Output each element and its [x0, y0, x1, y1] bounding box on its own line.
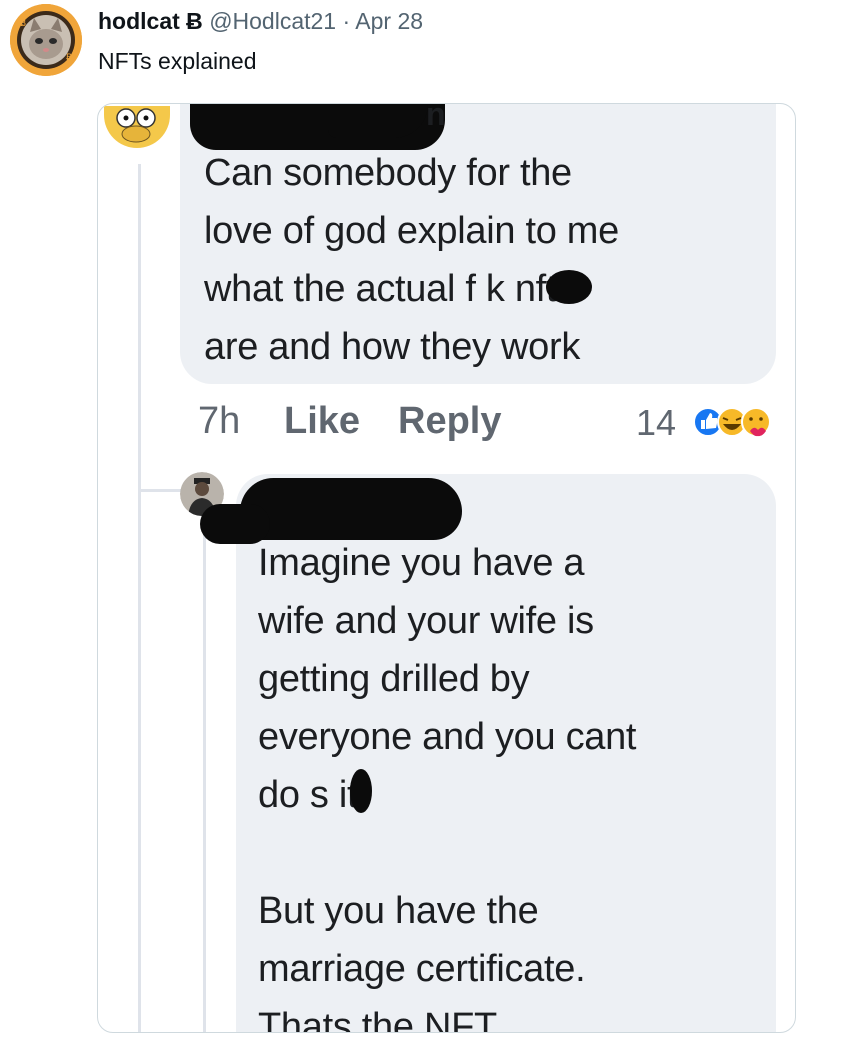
- tweet-text: NFTs explained: [98, 48, 257, 74]
- tweet-date[interactable]: Apr 28: [355, 8, 423, 34]
- tweet-image[interactable]: n Can somebody for the love of god expla…: [97, 103, 796, 1033]
- reply-link[interactable]: Reply: [398, 400, 501, 443]
- reaction-icons[interactable]: [692, 404, 772, 440]
- commenter-name-tail: n: [426, 103, 446, 132]
- redacted-name-2: [240, 478, 462, 540]
- commenter-avatar-1[interactable]: [104, 106, 170, 148]
- cat-avatar-icon: Ƀ Ƀ: [10, 4, 82, 76]
- thread-line-vertical: [138, 164, 141, 1032]
- bitcoin-badge-icon: Ƀ: [186, 8, 203, 34]
- tweet-header: hodlcat Ƀ @Hodlcat21 · Apr 28: [98, 6, 423, 36]
- reaction-count[interactable]: 14: [636, 402, 676, 444]
- care-reaction-icon: [741, 407, 771, 437]
- thread-line-reply: [203, 514, 206, 1032]
- censor-blot-2: [350, 769, 372, 813]
- separator: ·: [342, 8, 351, 34]
- svg-text:Ƀ: Ƀ: [66, 53, 72, 63]
- display-name[interactable]: hodlcat: [98, 8, 180, 34]
- comment-actions-1: 7h Like Reply 14: [198, 400, 795, 450]
- comment-time: 7h: [198, 400, 241, 442]
- handle[interactable]: @Hodlcat21: [209, 8, 336, 34]
- censor-blot-1: [546, 270, 592, 304]
- comment-text-2: Imagine you have a wife and your wife is…: [258, 542, 637, 1033]
- like-link[interactable]: Like: [284, 400, 360, 443]
- jake-avatar-icon: [104, 106, 170, 148]
- author-avatar[interactable]: Ƀ Ƀ: [10, 4, 82, 76]
- comment-text-1: Can somebody for the love of god explain…: [204, 152, 619, 368]
- svg-text:Ƀ: Ƀ: [20, 19, 26, 29]
